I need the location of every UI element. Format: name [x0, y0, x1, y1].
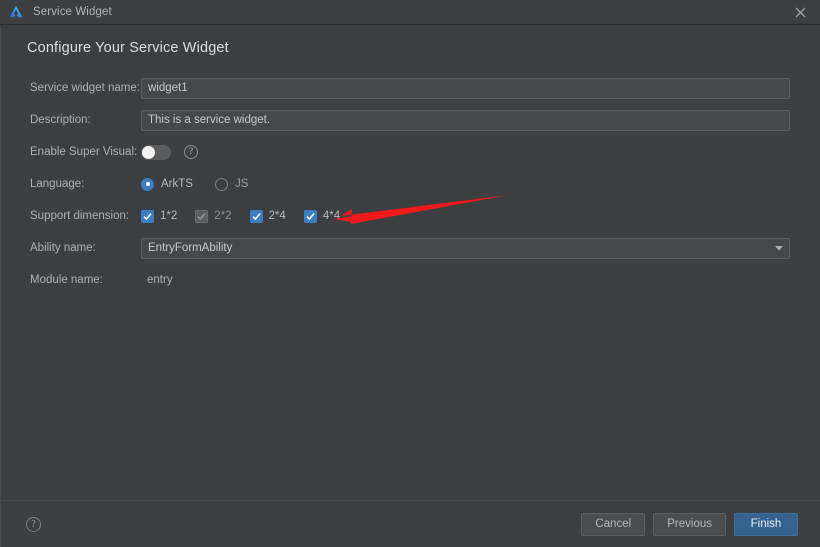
language-radio-group: ArkTS JS — [141, 177, 249, 191]
label-language: Language: — [30, 178, 85, 190]
row-module-name: Module name: entry — [30, 264, 790, 296]
radio-label-arkts: ArkTS — [161, 178, 193, 190]
label-service-widget-name: Service widget name: — [30, 82, 140, 94]
footer-help-icon[interactable]: ? — [26, 516, 41, 532]
checkbox-mark-checked — [141, 209, 154, 223]
checkbox-dimension-2x2: 2*2 — [195, 209, 232, 223]
checkbox-mark-checked-disabled — [195, 209, 209, 223]
support-dimension-checkboxes: 1*2 2*2 2*4 4*4 — [141, 209, 341, 223]
label-enable-super-visual: Enable Super Visual: — [30, 146, 138, 158]
finish-button[interactable]: Finish — [734, 512, 798, 536]
dialog-footer: ? Cancel Previous Finish — [1, 500, 820, 547]
row-support-dimension: Support dimension: 1*2 2*2 2*4 4*4 — [30, 200, 790, 232]
ability-name-value: EntryFormAbility — [148, 242, 233, 254]
description-input[interactable]: This is a service widget. — [141, 109, 790, 131]
super-visual-help-icon[interactable]: ? — [184, 145, 198, 159]
checkbox-label-4x4: 4*4 — [322, 210, 341, 222]
dialog-content: Configure Your Service Widget Service wi… — [1, 26, 820, 500]
checkbox-label-2x4: 2*4 — [268, 210, 286, 222]
label-module-name: Module name: — [30, 274, 103, 286]
close-icon[interactable] — [780, 0, 820, 25]
enable-super-visual-toggle[interactable] — [141, 144, 171, 160]
checkbox-mark-checked — [249, 209, 263, 223]
radio-label-js: JS — [234, 178, 249, 190]
radio-mark-unselected — [214, 177, 228, 191]
checkbox-mark-checked — [303, 209, 317, 223]
page-title: Configure Your Service Widget — [27, 40, 229, 56]
checkbox-dimension-2x4[interactable]: 2*4 — [249, 209, 286, 223]
label-ability-name: Ability name: — [30, 242, 96, 254]
dialog-panel: Configure Your Service Widget Service wi… — [0, 26, 820, 547]
cancel-button[interactable]: Cancel — [581, 512, 646, 536]
previous-button[interactable]: Previous — [653, 512, 726, 536]
row-enable-super-visual: Enable Super Visual: ? — [30, 136, 790, 168]
row-description: Description: This is a service widget. — [30, 104, 790, 136]
label-description: Description: — [30, 114, 91, 126]
deveco-triangle-logo-icon — [8, 4, 24, 20]
radio-language-arkts[interactable]: ArkTS — [141, 177, 193, 191]
service-widget-form: Service widget name: widget1 Description… — [30, 72, 790, 296]
description-value: This is a service widget. — [148, 114, 271, 126]
row-ability-name: Ability name: EntryFormAbility — [30, 232, 790, 264]
radio-mark-selected — [141, 177, 154, 191]
module-name-value: entry — [147, 274, 173, 286]
chevron-down-icon[interactable] — [768, 239, 789, 258]
service-widget-name-value: widget1 — [148, 82, 188, 94]
toggle-knob — [142, 145, 155, 159]
row-language: Language: ArkTS JS — [30, 168, 790, 200]
row-service-widget-name: Service widget name: widget1 — [30, 72, 790, 104]
checkbox-label-2x2: 2*2 — [214, 210, 232, 222]
service-widget-name-input[interactable]: widget1 — [141, 77, 790, 99]
radio-language-js[interactable]: JS — [214, 177, 249, 191]
label-support-dimension: Support dimension: — [30, 210, 130, 222]
footer-button-group: Cancel Previous Finish — [581, 512, 798, 536]
window-titlebar: Service Widget — [0, 0, 820, 25]
checkbox-dimension-1x2[interactable]: 1*2 — [141, 209, 178, 223]
window-title: Service Widget — [33, 6, 112, 18]
ability-name-dropdown[interactable]: EntryFormAbility — [141, 237, 790, 259]
checkbox-label-1x2: 1*2 — [160, 210, 178, 222]
checkbox-dimension-4x4[interactable]: 4*4 — [303, 209, 341, 223]
